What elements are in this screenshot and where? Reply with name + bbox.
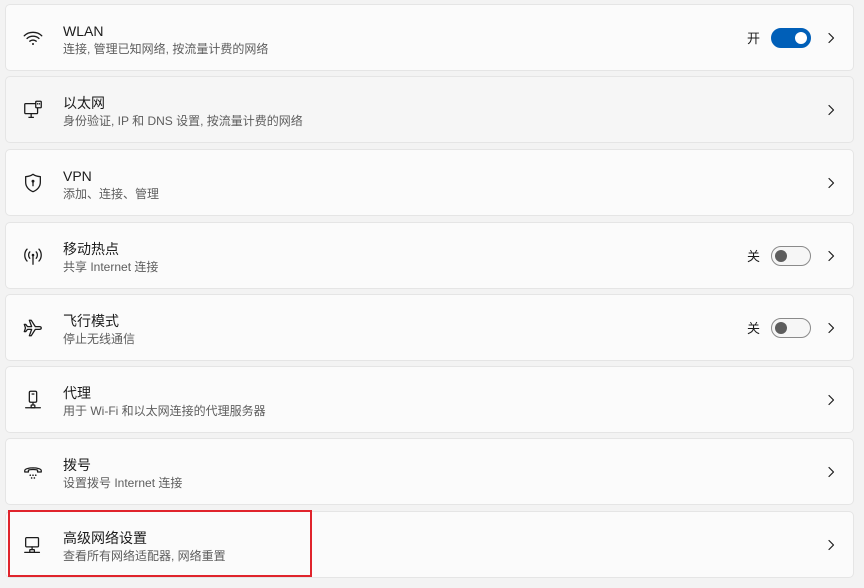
hotspot-toggle[interactable]	[771, 245, 811, 266]
chevron-right-icon	[825, 104, 837, 116]
advanced-network-icon	[22, 534, 44, 556]
chevron-right-icon	[825, 539, 837, 551]
advanced-network-settings-subtitle: 查看所有网络适配器, 网络重置	[63, 549, 226, 563]
vpn-shield-icon	[22, 172, 44, 194]
chevron-right-icon	[825, 177, 837, 189]
hotspot-toggle-label: 关	[746, 249, 760, 264]
hotspot-title: 移动热点	[63, 241, 119, 257]
dial-up-title: 拨号	[63, 457, 91, 473]
dial-up-subtitle: 设置拨号 Internet 连接	[63, 476, 183, 490]
wlan-title: WLAN	[63, 23, 104, 39]
vpn-subtitle: 添加、连接、管理	[63, 187, 160, 201]
hotspot-icon	[22, 245, 44, 267]
airplane-mode-toggle[interactable]	[771, 317, 811, 338]
toggle-knob	[795, 31, 807, 44]
settings-card-proxy[interactable]: 代理 用于 Wi-Fi 和以太网连接的代理服务器	[5, 366, 854, 433]
wlan-toggle-label: 开	[746, 31, 760, 46]
wifi-icon	[22, 27, 44, 49]
airplane-mode-subtitle: 停止无线通信	[63, 332, 136, 346]
settings-card-airplane-mode[interactable]: 飞行模式 停止无线通信 关	[5, 294, 854, 361]
hotspot-subtitle: 共享 Internet 连接	[63, 260, 159, 274]
toggle-knob	[775, 249, 787, 262]
network-settings-list: WLAN 连接, 管理已知网络, 按流量计费的网络 开 以太网 身份验证, IP…	[0, 0, 864, 588]
chevron-right-icon	[825, 250, 837, 262]
settings-card-ethernet[interactable]: 以太网 身份验证, IP 和 DNS 设置, 按流量计费的网络	[5, 76, 854, 143]
vpn-title: VPN	[63, 168, 92, 184]
chevron-right-icon	[825, 466, 837, 478]
chevron-right-icon	[825, 394, 837, 406]
proxy-title: 代理	[63, 385, 91, 401]
proxy-subtitle: 用于 Wi-Fi 和以太网连接的代理服务器	[63, 404, 266, 418]
settings-card-vpn[interactable]: VPN 添加、连接、管理	[5, 149, 854, 216]
ethernet-subtitle: 身份验证, IP 和 DNS 设置, 按流量计费的网络	[63, 114, 303, 128]
airplane-icon	[22, 317, 44, 339]
toggle-knob	[775, 321, 787, 334]
wlan-toggle-group: 开	[746, 27, 811, 48]
advanced-network-settings-title: 高级网络设置	[63, 530, 147, 546]
settings-card-wlan[interactable]: WLAN 连接, 管理已知网络, 按流量计费的网络 开	[5, 4, 854, 71]
proxy-icon	[22, 389, 44, 411]
ethernet-icon	[22, 99, 44, 121]
settings-card-dial-up[interactable]: 拨号 设置拨号 Internet 连接	[5, 438, 854, 505]
wlan-subtitle: 连接, 管理已知网络, 按流量计费的网络	[63, 42, 269, 56]
airplane-mode-toggle-group: 关	[746, 317, 811, 338]
hotspot-toggle-group: 关	[746, 245, 811, 266]
airplane-mode-title: 飞行模式	[63, 313, 119, 329]
dialup-icon	[22, 461, 44, 483]
settings-card-advanced-network-settings[interactable]: 高级网络设置 查看所有网络适配器, 网络重置	[5, 511, 854, 578]
ethernet-title: 以太网	[63, 95, 105, 111]
chevron-right-icon	[825, 32, 837, 44]
settings-card-mobile-hotspot[interactable]: 移动热点 共享 Internet 连接 关	[5, 222, 854, 289]
airplane-mode-toggle-label: 关	[746, 321, 760, 336]
wlan-toggle[interactable]	[771, 27, 811, 48]
chevron-right-icon	[825, 322, 837, 334]
